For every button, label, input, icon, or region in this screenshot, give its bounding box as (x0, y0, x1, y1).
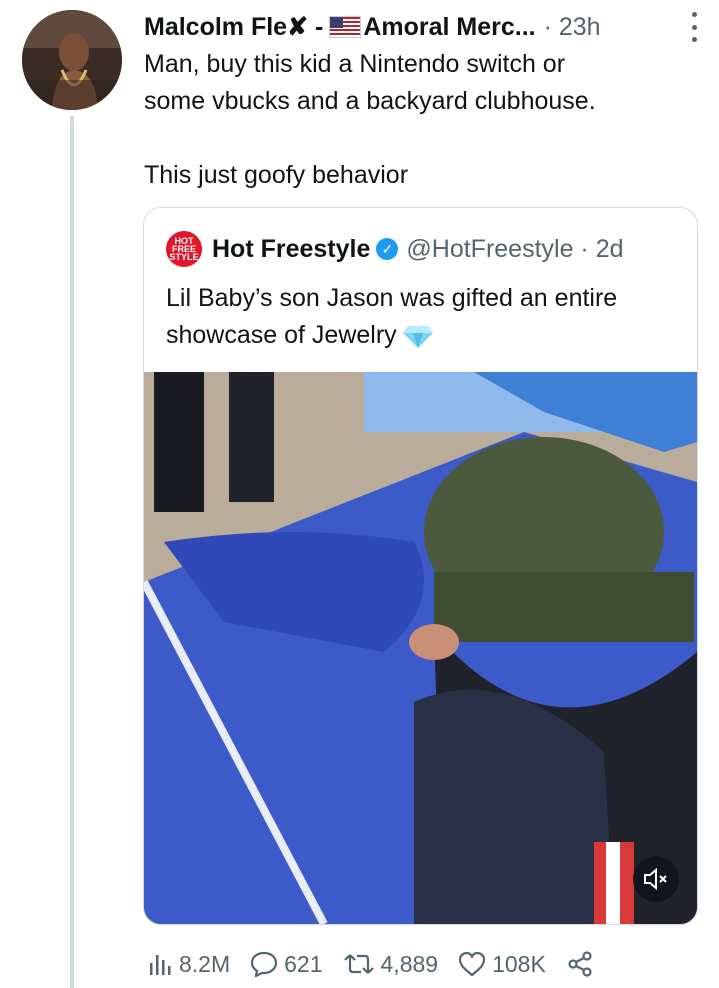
tweet-timestamp[interactable]: · 23h (544, 13, 601, 42)
views-icon (150, 955, 171, 975)
mute-button[interactable] (633, 856, 679, 902)
author-name[interactable]: Malcolm Fle✘ - (144, 12, 323, 42)
like-count: 108K (492, 950, 546, 977)
author-name-suffix[interactable]: Amoral Merc... (363, 13, 535, 42)
like-icon (458, 951, 486, 977)
views-button[interactable]: 8.2M (147, 951, 230, 978)
quote-avatar[interactable]: HOT FREE STYLE (166, 231, 202, 267)
retweet-count: 4,889 (380, 950, 439, 977)
share-icon (568, 951, 592, 977)
tweet-text: Man, buy this kid a Nintendo switch or s… (144, 46, 704, 194)
tweet-actions: 8.2M 621 4,889 108K (147, 946, 620, 982)
tweet-line: Man, buy this kid a Nintendo switch or (144, 50, 566, 78)
quote-author-name[interactable]: Hot Freestyle (212, 235, 370, 264)
views-count: 8.2M (179, 950, 231, 977)
gem-icon (402, 325, 433, 348)
quote-header: HOT FREE STYLE Hot Freestyle ✓ @HotFrees… (166, 231, 624, 267)
reply-button[interactable]: 621 (250, 950, 323, 978)
retweet-button[interactable]: 4,889 (343, 950, 439, 978)
quote-line: Lil Baby’s son Jason was gifted an entir… (166, 284, 618, 312)
mute-icon (644, 868, 667, 890)
reply-icon (251, 951, 278, 977)
tweet-line: some vbucks and a backyard clubhouse. (144, 87, 596, 115)
author-avatar[interactable] (22, 10, 122, 110)
tweet-line: This just goofy behavior (144, 161, 409, 189)
reply-count: 621 (284, 950, 323, 977)
quote-tweet-card[interactable]: HOT FREE STYLE Hot Freestyle ✓ @HotFrees… (143, 207, 698, 925)
share-button[interactable] (566, 951, 600, 977)
quote-text: Lil Baby’s son Jason was gifted an entir… (166, 280, 686, 354)
tweet-header: Malcolm Fle✘ - Amoral Merc... · 23h (144, 10, 689, 44)
quote-handle-time[interactable]: @HotFreestyle · 2d (406, 235, 623, 264)
like-button[interactable]: 108K (458, 951, 546, 978)
verified-icon: ✓ (376, 238, 399, 260)
us-flag-icon (329, 16, 362, 38)
thread-line (70, 116, 74, 988)
retweet-icon (343, 954, 374, 974)
quote-video[interactable] (144, 372, 697, 924)
more-icon[interactable] (689, 12, 699, 42)
quote-line: showcase of Jewelry (166, 321, 397, 349)
quote-line-wrap: showcase of Jewelry (166, 317, 686, 354)
